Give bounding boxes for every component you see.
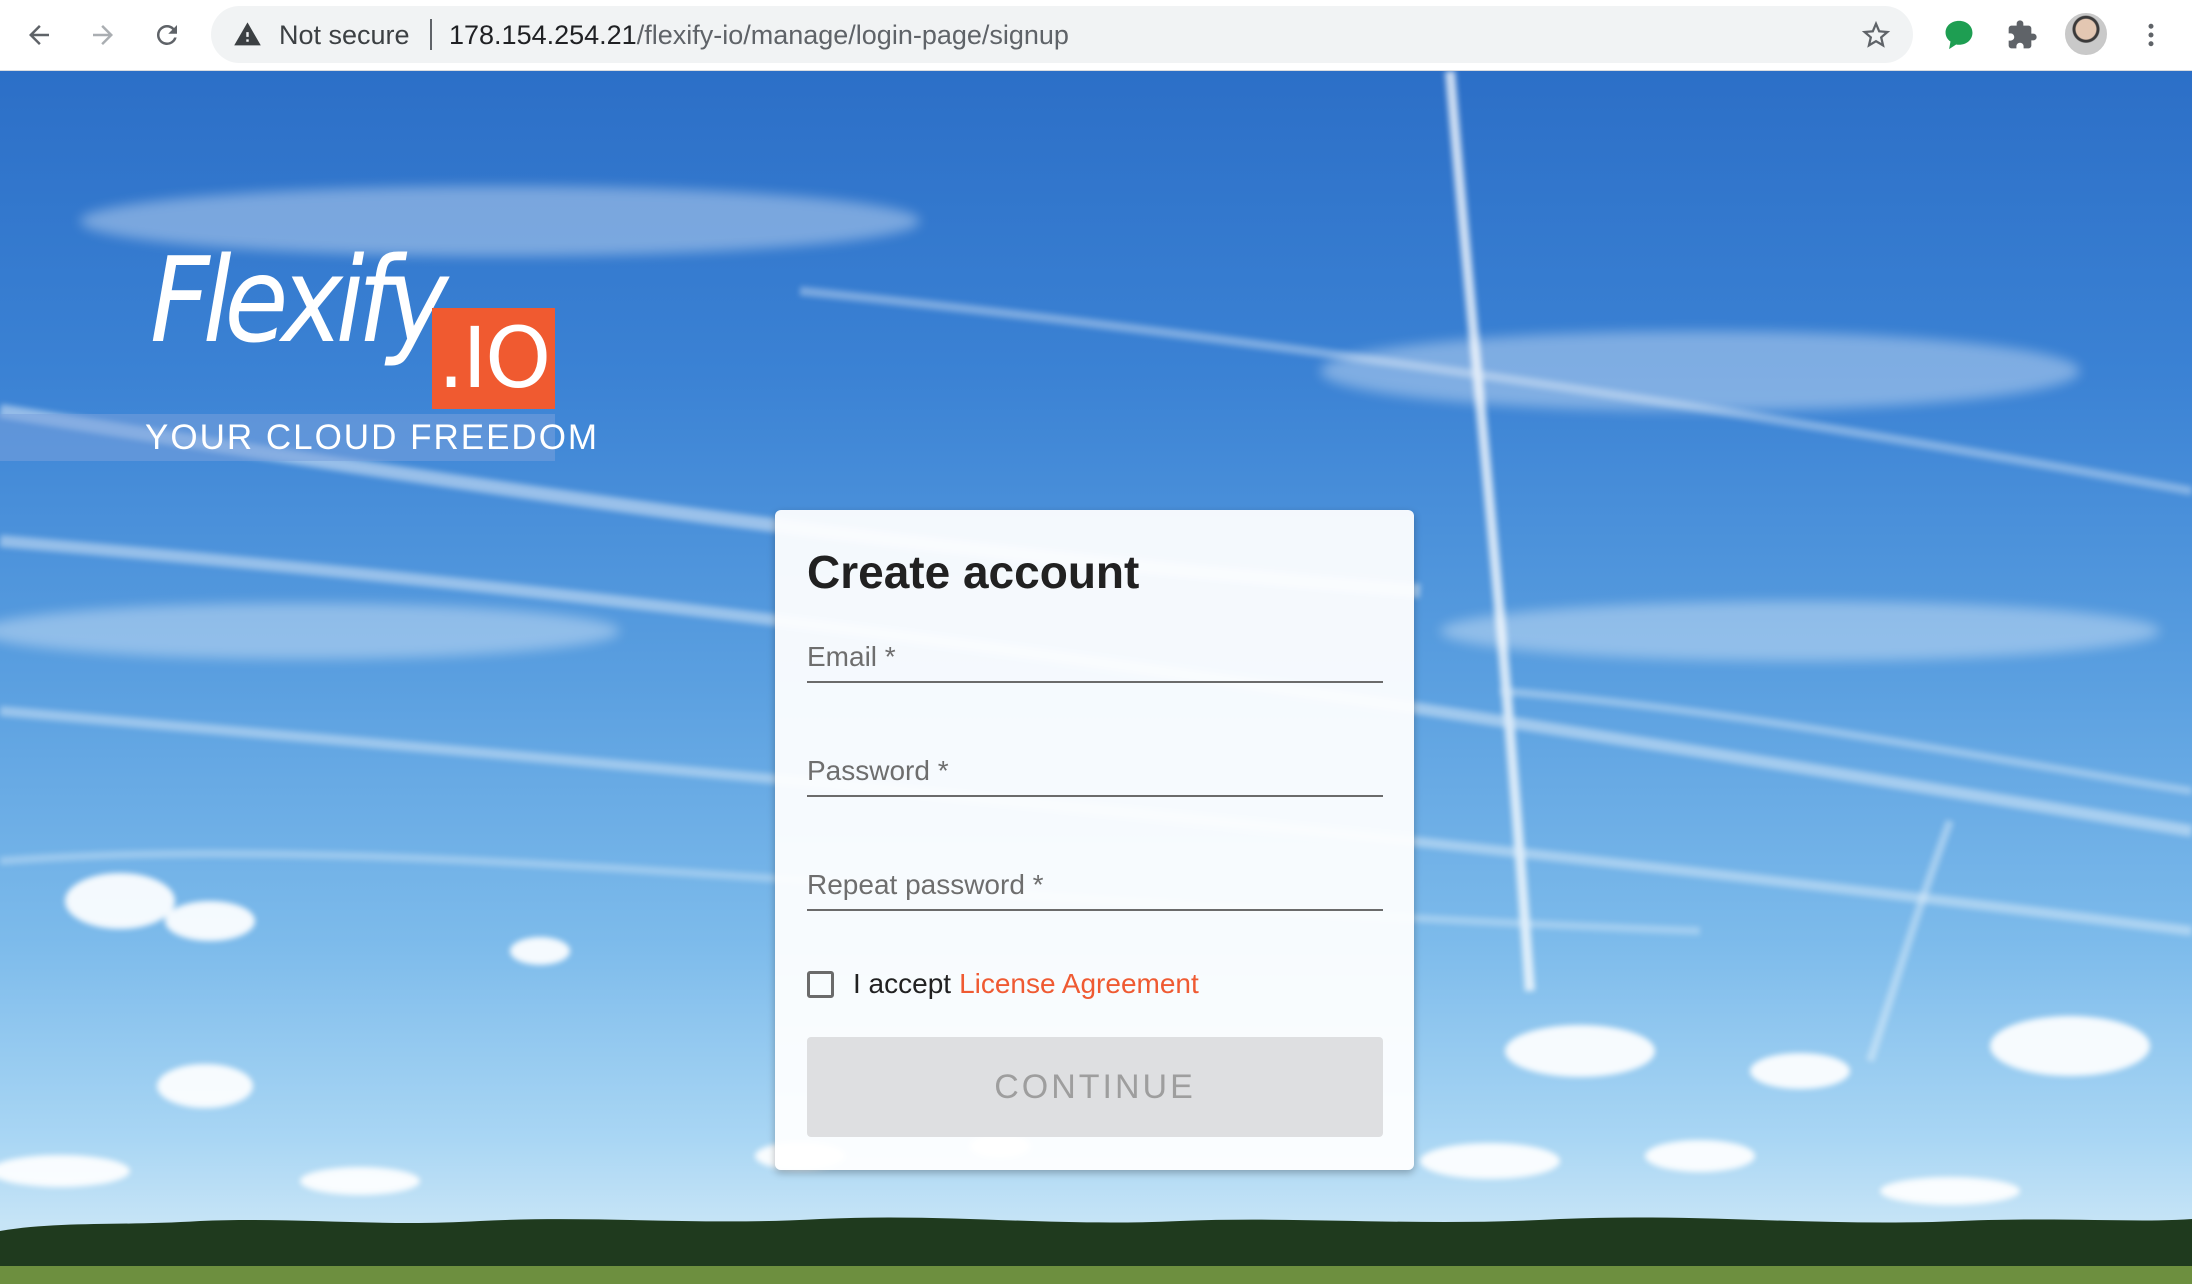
reload-icon bbox=[156, 24, 177, 45]
kebab-menu-icon bbox=[2148, 23, 2154, 47]
logo-wordmark: Flexify bbox=[150, 231, 449, 369]
license-checkbox-row: I accept License Agreement bbox=[807, 964, 1199, 1004]
flexify-logo: Flexify .IO YOUR CLOUD FREEDOM bbox=[0, 181, 597, 461]
profile-avatar[interactable] bbox=[2065, 13, 2107, 55]
browser-menu-button[interactable] bbox=[2129, 13, 2173, 57]
reload-button[interactable] bbox=[145, 13, 189, 57]
arrow-right-icon bbox=[93, 25, 113, 45]
url-path: /flexify-io/manage/login-page/signup bbox=[636, 20, 1069, 50]
password-input[interactable] bbox=[807, 735, 1387, 797]
arrow-left-icon bbox=[29, 25, 49, 45]
address-bar[interactable]: Not secure 178.154.254.21/flexify-io/man… bbox=[211, 6, 1913, 63]
continue-button[interactable]: CONTINUE bbox=[807, 1037, 1383, 1137]
warning-triangle-icon[interactable] bbox=[233, 20, 262, 49]
logo-tagline: YOUR CLOUD FREEDOM bbox=[145, 418, 600, 457]
license-agreement-link[interactable]: License Agreement bbox=[959, 968, 1199, 1000]
security-status[interactable]: Not secure bbox=[279, 22, 410, 49]
url-text[interactable]: 178.154.254.21/flexify-io/manage/login-p… bbox=[449, 22, 1069, 49]
signup-page: Flexify .IO YOUR CLOUD FREEDOM Create ac… bbox=[0, 71, 2192, 1284]
speech-bubble-icon bbox=[1945, 20, 1973, 50]
forward-button[interactable] bbox=[81, 13, 125, 57]
back-button[interactable] bbox=[17, 13, 61, 57]
logo-badge: .IO bbox=[432, 308, 555, 409]
extensions-button[interactable] bbox=[2000, 13, 2044, 57]
repeat-password-field[interactable]: Repeat password * bbox=[807, 849, 1387, 911]
extension-button[interactable] bbox=[1937, 13, 1981, 57]
url-host: 178.154.254.21 bbox=[449, 20, 637, 50]
puzzle-icon bbox=[2008, 20, 2037, 49]
license-checkbox[interactable] bbox=[807, 970, 834, 998]
repeat-password-input[interactable] bbox=[807, 849, 1387, 911]
accept-text: I accept bbox=[853, 968, 952, 999]
page-title: Create account bbox=[807, 546, 1140, 598]
email-input[interactable] bbox=[807, 621, 1387, 683]
star-icon[interactable] bbox=[1859, 18, 1893, 52]
address-divider bbox=[430, 19, 432, 50]
email-field[interactable]: Email * bbox=[807, 621, 1387, 683]
password-field[interactable]: Password * bbox=[807, 735, 1387, 797]
browser-toolbar: Not secure 178.154.254.21/flexify-io/man… bbox=[0, 0, 2192, 71]
signup-card: Create account Email * Password * Repeat… bbox=[775, 510, 1414, 1170]
